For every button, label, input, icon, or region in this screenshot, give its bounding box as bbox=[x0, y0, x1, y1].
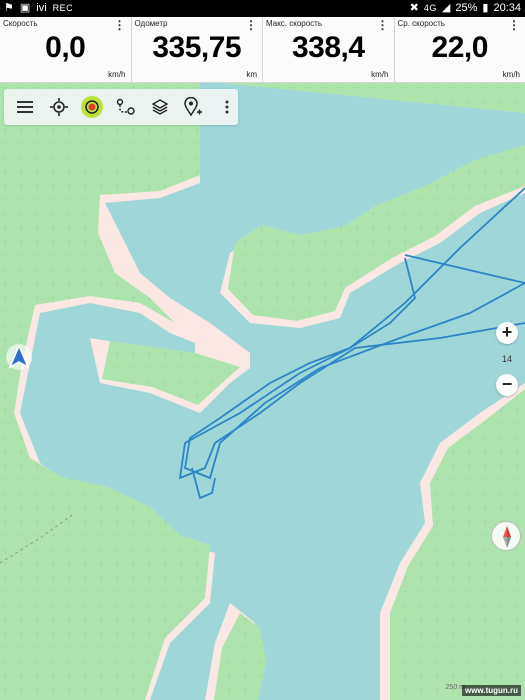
zoom-level: 14 bbox=[501, 354, 512, 364]
mute-icon: ✖ bbox=[409, 2, 419, 14]
widget-menu-icon[interactable]: ⋮ bbox=[114, 19, 126, 31]
widget-menu-icon[interactable]: ⋮ bbox=[377, 19, 389, 31]
widget-menu-icon[interactable]: ⋮ bbox=[508, 19, 520, 31]
zoom-controls: + 14 − bbox=[495, 322, 519, 396]
my-location-arrow-icon[interactable] bbox=[5, 343, 33, 371]
crosshair-icon[interactable] bbox=[48, 96, 70, 118]
status-bar: ⚑ ▣ ivi REC ✖ 4G ◢ 25% ▮ 20:34 bbox=[0, 0, 525, 17]
map-view[interactable]: ᛉ bbox=[0, 83, 525, 700]
widget-value: 335,75 bbox=[152, 31, 242, 64]
widget-unit: km/h bbox=[108, 70, 126, 79]
rec-label: REC bbox=[52, 3, 74, 13]
layers-icon[interactable] bbox=[149, 96, 171, 118]
zoom-in-button[interactable]: + bbox=[496, 322, 518, 344]
route-icon[interactable] bbox=[115, 96, 137, 118]
battery-percent: 25% bbox=[455, 2, 478, 14]
widget-odometer[interactable]: Одометр ⋮ 335,75 km bbox=[131, 17, 263, 83]
widget-label: Ср. скорость bbox=[397, 19, 445, 28]
map-canvas[interactable]: ᛉ bbox=[0, 83, 525, 700]
location-icon: ⚑ bbox=[4, 2, 14, 14]
trip-widgets: Скорость ⋮ 0,0 km/h Одометр ⋮ 335,75 km … bbox=[0, 17, 525, 83]
widget-label: Скорость bbox=[3, 19, 38, 28]
status-left: ⚑ ▣ ivi REC bbox=[4, 1, 73, 15]
widget-value: 22,0 bbox=[431, 31, 489, 64]
widget-max-speed[interactable]: Макс. скорость ⋮ 338,4 km/h bbox=[263, 17, 395, 83]
record-icon[interactable] bbox=[81, 96, 104, 118]
more-icon[interactable] bbox=[216, 96, 238, 118]
compass-icon[interactable] bbox=[491, 521, 521, 551]
widget-unit: km/h bbox=[502, 70, 520, 79]
widget-label: Одометр bbox=[134, 19, 168, 28]
signal-icon: ◢ bbox=[441, 2, 451, 14]
widget-speed[interactable]: Скорость ⋮ 0,0 km/h bbox=[0, 17, 132, 83]
menu-icon[interactable] bbox=[14, 96, 36, 118]
widget-value: 338,4 bbox=[291, 31, 365, 64]
image-icon: ▣ bbox=[19, 2, 31, 14]
status-right: ✖ 4G ◢ 25% ▮ 20:34 bbox=[410, 1, 521, 15]
widget-avg-speed[interactable]: Ср. скорость ⋮ 22,0 km/h bbox=[394, 17, 525, 83]
add-pin-icon[interactable] bbox=[183, 96, 205, 118]
widget-value: 0,0 bbox=[45, 31, 86, 64]
widget-label: Макс. скорость bbox=[266, 19, 323, 28]
clock: 20:34 bbox=[493, 2, 521, 14]
battery-icon: ▮ bbox=[482, 2, 489, 14]
network-label: 4G bbox=[423, 3, 437, 13]
zoom-out-button[interactable]: − bbox=[496, 374, 518, 396]
widget-unit: km bbox=[246, 70, 257, 79]
widget-unit: km/h bbox=[371, 70, 389, 79]
widget-menu-icon[interactable]: ⋮ bbox=[245, 19, 257, 31]
watermark: www.tugun.ru bbox=[461, 685, 521, 696]
ivi-label: ivi bbox=[36, 2, 47, 14]
map-toolbar bbox=[4, 89, 238, 125]
